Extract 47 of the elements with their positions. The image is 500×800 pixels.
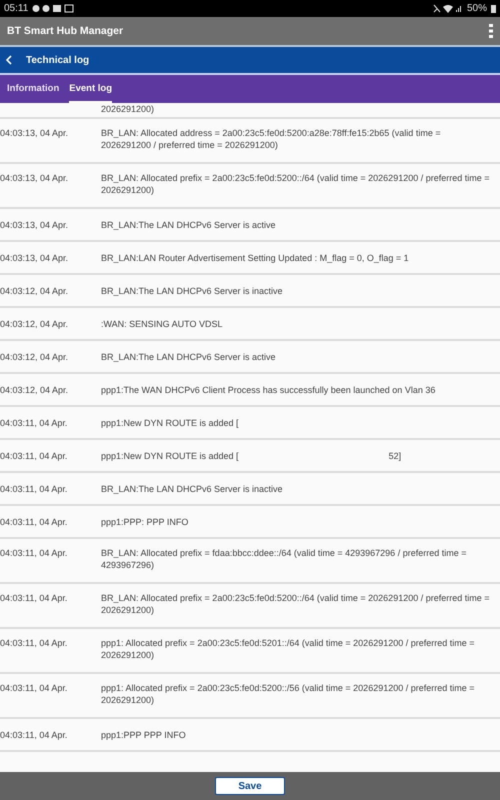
save-button[interactable]: Save	[215, 777, 285, 795]
log-message: ppp1:The WAN DHCPv6 Client Process has successfully been launched on Vlan 36	[101, 384, 436, 394]
log-message: ppp1:PPP: PPP INFO	[101, 516, 188, 526]
log-time: 04:03:11, 04 Apr.	[0, 482, 68, 494]
log-message: BR_LAN:The LAN DHCPv6 Server is inactive	[101, 484, 283, 494]
log-time: 04:03:11, 04 Apr.	[0, 450, 68, 462]
back-icon[interactable]	[6, 55, 12, 65]
log-time: 04:03:12, 04 Apr.	[0, 350, 70, 362]
log-time: 04:03:13, 04 Apr.	[0, 218, 70, 230]
log-time: 04:03:13, 04 Apr.	[0, 172, 70, 184]
log-message: ppp1: Allocated prefix = 2a00:23c5:fe0d:5200::/56 (valid time = 2026291200 / preferred time = 2026291200)	[101, 683, 475, 705]
log-time: 04:03:11, 04 Apr.	[0, 416, 68, 428]
log-message: 2026291200)	[101, 103, 156, 115]
log-message: BR_LAN:LAN Router Advertisement Setting Updated : M_flag = 0, O_flag = 1	[101, 252, 409, 262]
battery-icon	[491, 4, 496, 13]
log-time: 04:03:11, 04 Apr.	[0, 592, 68, 604]
system-status-icons	[432, 4, 463, 13]
tab[interactable]: Information	[7, 75, 60, 103]
log-time: 04:03:12, 04 Apr.	[0, 318, 70, 330]
log-message: ppp1: Allocated prefix = 2a00:23c5:fe0d:5201::/64 (valid time = 2026291200 / preferred time = 2026291200)	[101, 638, 475, 660]
log-message: BR_LAN: Allocated prefix = fdaa:bbcc:ddee::/64 (valid time = 4293967296 / preferred time = 4293967296)	[101, 548, 466, 570]
log-time: 04:03:13, 04 Apr.	[0, 127, 70, 139]
log-time: 04:03:11, 04 Apr.	[0, 682, 68, 694]
log-time: 04:03:11, 04 Apr.	[0, 547, 68, 559]
log-time: 04:03:11, 04 Apr.	[0, 728, 68, 740]
log-message: BR_LAN:The LAN DHCPv6 Server is active	[101, 352, 276, 362]
log-message: ppp1:New DYN ROUTE is added [	[101, 450, 239, 460]
log-message: ppp1:PPP PPP INFO	[101, 730, 186, 740]
log-message: BR_LAN:The LAN DHCPv6 Server is active	[101, 220, 276, 230]
log-message: BR_LAN: Allocated prefix = 2a00:23c5:fe0d:5200::/64 (valid time = 2026291200 / preferred time = 2026291200)	[101, 593, 490, 615]
log-time: 04:03:11, 04 Apr.	[0, 637, 68, 649]
notification-icons	[32, 4, 76, 13]
more-options-icon[interactable]	[489, 24, 493, 38]
log-message: BR_LAN: Allocated address = 2a00:23c5:fe0d:5200:a28e:78ff:fe15:2b65 (valid time = 2026291200 / preferred time = 2026291200)	[101, 128, 441, 150]
log-message: BR_LAN:The LAN DHCPv6 Server is inactive	[101, 286, 283, 296]
log-message-end: 52]	[388, 450, 402, 460]
log-message: :WAN: SENSING AUTO VDSL	[101, 318, 223, 328]
log-time: 04:03:13, 04 Apr.	[0, 252, 70, 264]
log-message: ppp1:New DYN ROUTE is added [	[101, 418, 239, 428]
battery-percent: 50%	[466, 3, 487, 14]
log-time: 04:03:11, 04 Apr.	[0, 516, 68, 528]
log-message: BR_LAN: Allocated prefix = 2a00:23c5:fe0d:5200::/64 (valid time = 2026291200 / preferred time = 2026291200)	[101, 173, 490, 195]
log-time: 04:03:12, 04 Apr.	[0, 284, 70, 296]
page-title: Technical log	[26, 54, 90, 66]
app-title: BT Smart Hub Manager	[7, 25, 124, 37]
status-time: 05:11	[4, 3, 28, 14]
log-time: 04:03:12, 04 Apr.	[0, 384, 70, 396]
